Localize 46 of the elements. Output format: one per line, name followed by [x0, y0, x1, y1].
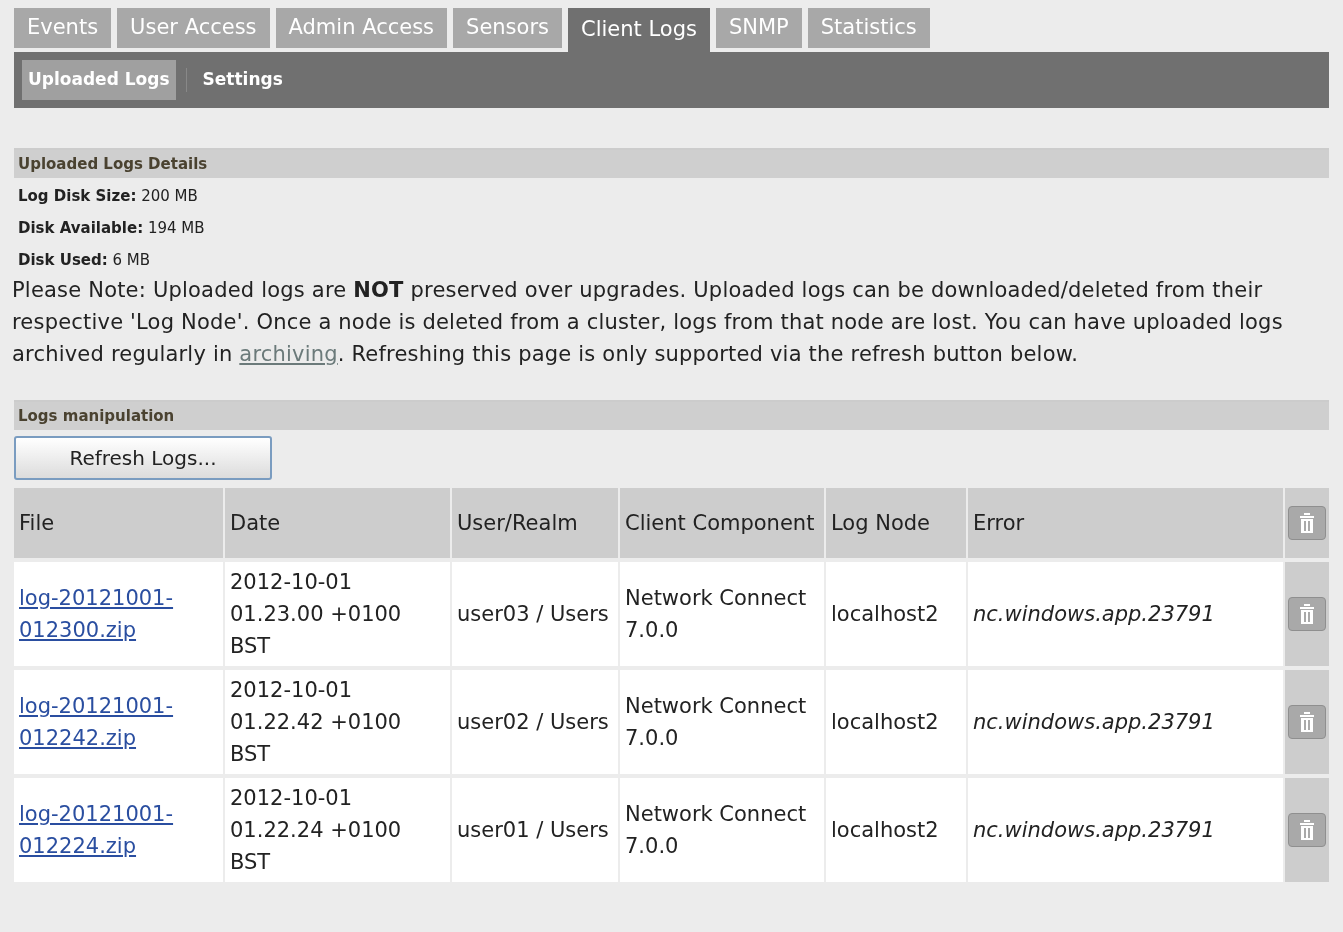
table-cell-text: localhost2	[831, 817, 939, 844]
detail-text: Log Disk Size: 200 MB	[18, 186, 199, 207]
subtab[interactable]: Uploaded Logs	[22, 60, 176, 100]
column-header: File	[14, 488, 225, 558]
refresh-button[interactable]: Refresh Logs...	[14, 436, 272, 480]
delete-button[interactable]	[1288, 506, 1326, 540]
column-header: Log Node	[826, 488, 968, 558]
tab[interactable]: Statistics	[807, 8, 930, 48]
table-cell-text: 2012-10-01 01.22.24 +0100 BST	[230, 785, 403, 876]
table-cell-text: 2012-10-01 01.22.42 +0100 BST	[230, 677, 403, 768]
table-cell-text: nc.windows.app.23791	[973, 709, 1215, 736]
detail-text: Disk Available: 194 MB	[18, 218, 206, 239]
delete-button[interactable]	[1288, 705, 1326, 739]
table-cell-text: Network Connect 7.0.0	[625, 801, 808, 860]
column-header: Error	[968, 488, 1285, 558]
column-header: Client Component	[620, 488, 826, 558]
table-cell-text: user03 / Users	[457, 601, 609, 628]
tab[interactable]: Sensors	[453, 8, 562, 48]
trash-icon	[1299, 820, 1315, 840]
subtab[interactable]: Settings	[196, 60, 289, 100]
table-cell-text: Network Connect 7.0.0	[625, 693, 808, 752]
section-header: Uploaded Logs Details	[14, 150, 1329, 178]
column-header: Date	[225, 488, 452, 558]
delete-button[interactable]	[1288, 813, 1326, 847]
table-cell-text: user01 / Users	[457, 817, 609, 844]
table-cell-text: Network Connect 7.0.0	[625, 585, 808, 644]
table-cell-text: nc.windows.app.23791	[973, 817, 1215, 844]
trash-icon	[1299, 712, 1315, 732]
table-cell-text: localhost2	[831, 709, 939, 736]
table-cell-text: 2012-10-01 01.23.00 +0100 BST	[230, 569, 403, 660]
trash-icon	[1299, 604, 1315, 624]
note-text: Please Note: Uploaded logs are NOT preserved over upgrades. Uploaded logs can be downloaded/deleted from their respective 'Log Node'. Once a node is deleted from a cluster, logs from that node are lost. You can have uploaded logs archived regularly in archiving. Refreshing this page is only supported via the refresh button below.	[12, 277, 1284, 368]
tab[interactable]: User Access	[117, 8, 270, 48]
tab[interactable]: SNMP	[715, 8, 802, 48]
trash-icon	[1299, 513, 1315, 533]
delete-button[interactable]	[1288, 597, 1326, 631]
column-header: User/Realm	[452, 488, 620, 558]
table-cell-text: user02 / Users	[457, 709, 609, 736]
tab[interactable]: Admin Access	[275, 8, 448, 48]
section-header: Logs manipulation	[14, 402, 1329, 430]
table-cell-text: nc.windows.app.23791	[973, 601, 1215, 628]
tab[interactable]: Client Logs	[568, 8, 710, 52]
archiving-link[interactable]: archiving	[239, 342, 338, 366]
table-cell-text: localhost2	[831, 601, 939, 628]
detail-text: Disk Used: 6 MB	[18, 250, 152, 271]
tab[interactable]: Events	[14, 8, 112, 48]
